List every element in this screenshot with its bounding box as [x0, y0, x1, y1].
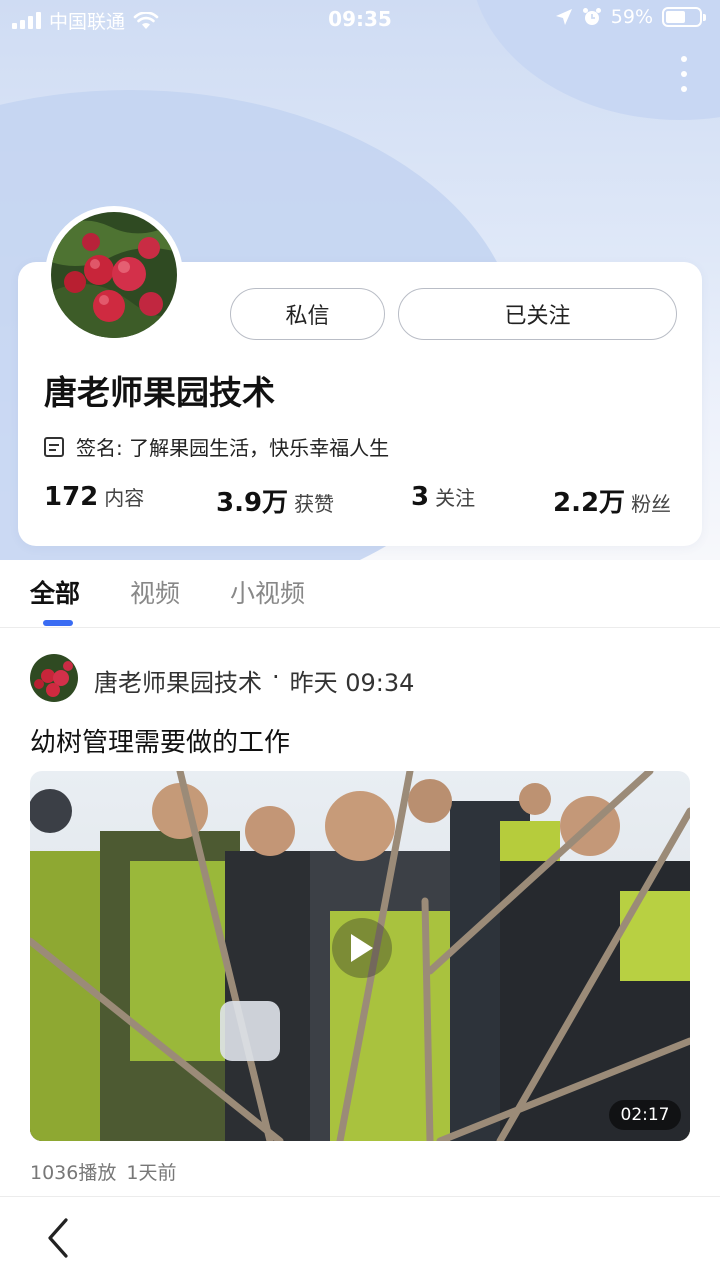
profile-name: 唐老师果园技术 [44, 373, 275, 412]
post-title[interactable]: 幼树管理需要做的工作 [30, 722, 290, 759]
stat-value: 3 [411, 482, 430, 512]
status-bar: 中国联通 09:35 59% [0, 0, 720, 38]
battery-fill [666, 11, 685, 23]
post-time: 昨天 09:34 [289, 669, 415, 697]
stat-following[interactable]: 3 关注 [411, 482, 475, 518]
note-icon [44, 436, 64, 457]
profile-avatar[interactable] [45, 206, 183, 344]
follow-button[interactable]: 已关注 [398, 288, 677, 340]
battery-icon [662, 7, 706, 27]
signature-text: 签名: 了解果园生活，快乐幸福人生 [76, 436, 390, 460]
stat-value: 172 [44, 482, 99, 512]
tab-video[interactable]: 视频 [130, 574, 180, 610]
play-icon [351, 934, 373, 962]
location-arrow-icon [555, 9, 572, 25]
post-stats: 1036播放 1天前 [30, 1158, 176, 1185]
stat-label: 获赞 [294, 492, 335, 516]
tab-all[interactable]: 全部 [30, 574, 80, 610]
more-options-icon[interactable] [678, 56, 690, 92]
chevron-left-icon[interactable] [40, 1216, 80, 1260]
stat-label: 关注 [435, 486, 476, 510]
stat-fans[interactable]: 2.2万 粉丝 [553, 482, 671, 518]
stat-content[interactable]: 172 内容 [44, 482, 144, 518]
battery-percent: 59% [610, 6, 653, 28]
stat-label: 内容 [104, 486, 145, 510]
avatar-image [51, 212, 177, 338]
active-tab-indicator [43, 620, 73, 626]
video-duration: 02:17 [609, 1100, 681, 1130]
meta-separator: · [272, 663, 280, 691]
bottom-divider [0, 1196, 720, 1197]
alarm-icon [582, 8, 601, 25]
post-meta: 唐老师果园技术 · 昨天 09:34 [94, 663, 414, 698]
play-count: 1036播放 [30, 1162, 117, 1184]
stat-likes[interactable]: 3.9万 获赞 [216, 482, 334, 518]
stat-label: 粉丝 [631, 492, 672, 516]
post-author-avatar[interactable] [30, 654, 78, 702]
signature-row: 签名: 了解果园生活，快乐幸福人生 [44, 432, 389, 461]
play-button[interactable] [332, 918, 392, 978]
stat-value: 3.9万 [216, 488, 289, 518]
post-age: 1天前 [126, 1162, 177, 1184]
post-author[interactable]: 唐老师果园技术 [94, 663, 262, 698]
message-button[interactable]: 私信 [230, 288, 385, 340]
tab-short-video[interactable]: 小视频 [230, 574, 305, 610]
status-right: 59% [555, 6, 706, 28]
stat-value: 2.2万 [553, 488, 626, 518]
content-tabs: 全部 视频 小视频 [0, 560, 720, 628]
